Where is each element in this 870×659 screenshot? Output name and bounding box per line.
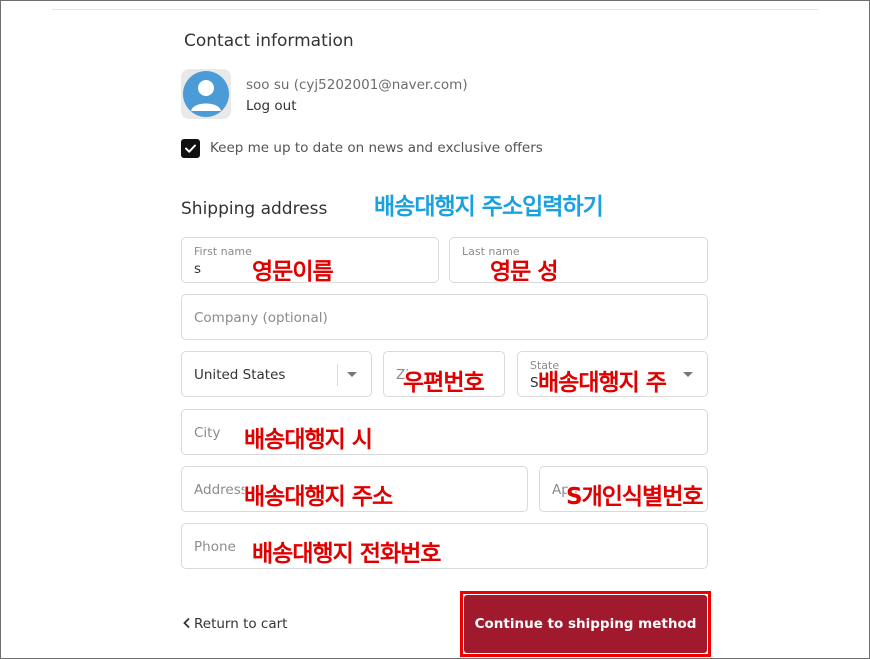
logout-link[interactable]: Log out (246, 98, 297, 114)
caret-down-icon (683, 372, 693, 377)
address-placeholder: Address (194, 482, 248, 498)
return-to-cart-label: Return to cart (194, 616, 288, 632)
contact-section-title: Contact information (184, 31, 354, 51)
city-placeholder: City (194, 425, 221, 441)
continue-to-shipping-button[interactable]: Continue to shipping method (464, 595, 707, 653)
newsletter-label: Keep me up to date on news and exclusive… (210, 140, 543, 156)
first-name-value: s (194, 261, 202, 277)
select-divider (337, 364, 338, 386)
shipping-section-title: Shipping address (181, 199, 328, 219)
return-to-cart-link[interactable]: Return to cart (182, 616, 287, 632)
annotation-header: 배송대행지 주소입력하기 (374, 194, 604, 220)
user-avatar-icon (181, 69, 231, 119)
annotation-city: 배송대행지 시 (244, 427, 373, 453)
annotation-phone: 배송대행지 전화번호 (252, 541, 441, 567)
checkmark-icon (185, 144, 196, 153)
user-identity: soo su (cyj5202001@naver.com) (246, 77, 468, 93)
last-name-field[interactable]: Last name (449, 237, 708, 283)
caret-down-icon (347, 372, 357, 377)
phone-placeholder: Phone (194, 539, 236, 555)
annotation-address: 배송대행지 주소 (244, 484, 393, 510)
annotation-last-name: 영문 성 (490, 259, 558, 285)
first-name-label: First name (194, 245, 252, 258)
annotation-state: 배송대행지 주 (538, 370, 667, 396)
continue-button-label: Continue to shipping method (474, 616, 697, 632)
annotation-first-name: 영문이름 (252, 259, 334, 285)
country-select[interactable]: United States (181, 351, 372, 397)
divider (52, 9, 818, 10)
company-placeholder: Company (optional) (194, 310, 328, 326)
chevron-left-icon (183, 617, 190, 629)
annotation-apartment: S개인식별번호 (566, 484, 704, 510)
country-value: United States (194, 367, 286, 383)
company-field[interactable]: Company (optional) (181, 294, 708, 340)
annotation-zip: 우편번호 (403, 370, 485, 396)
newsletter-checkbox[interactable] (181, 139, 200, 158)
